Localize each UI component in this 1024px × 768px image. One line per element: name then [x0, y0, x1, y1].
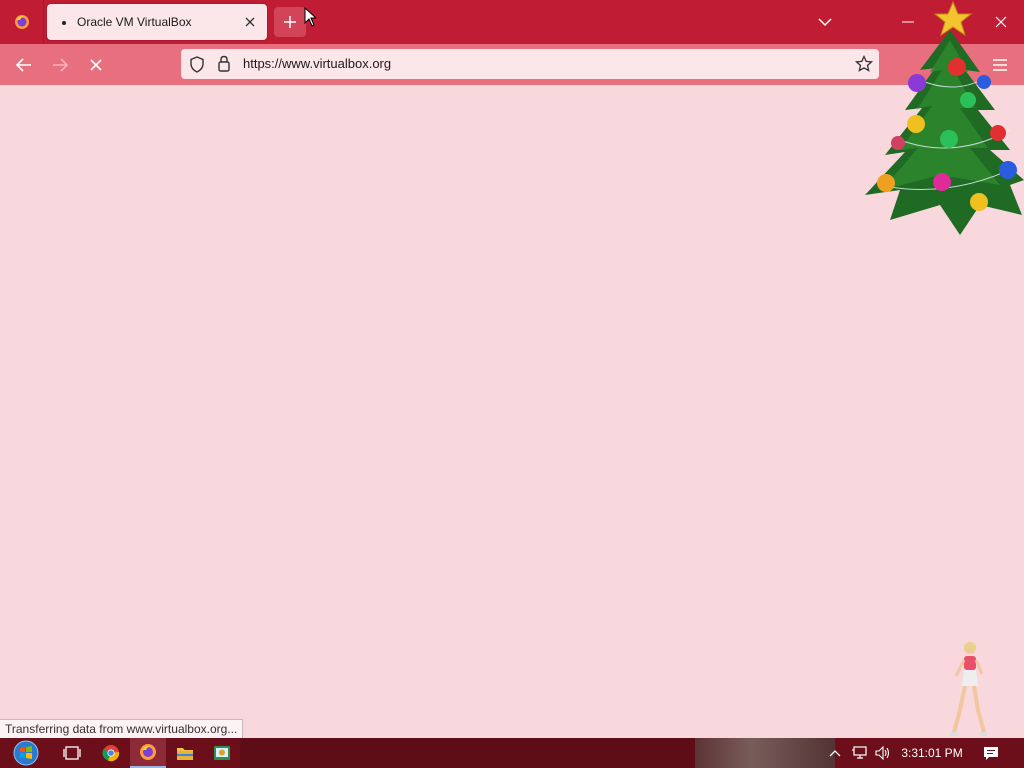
firefox-taskbar-icon[interactable] — [130, 738, 166, 768]
start-button-icon[interactable] — [8, 738, 44, 768]
taskbar-clock[interactable]: 3:31:01 PM — [897, 738, 967, 768]
chrome-icon[interactable] — [93, 738, 129, 768]
action-center-icon[interactable] — [979, 738, 1003, 768]
lock-icon[interactable] — [217, 55, 231, 77]
taskbar-blur-area — [695, 738, 835, 768]
show-hidden-icons-chevron-icon[interactable] — [824, 738, 846, 768]
browser-tab[interactable]: Oracle VM VirtualBox — [47, 4, 267, 40]
forward-arrow-icon[interactable] — [46, 51, 74, 79]
taskbar-empty-area — [240, 738, 695, 768]
address-bar[interactable]: https://www.virtualbox.org — [181, 49, 879, 79]
new-tab-button[interactable] — [274, 7, 306, 37]
tab-close-icon[interactable] — [239, 11, 261, 33]
volume-icon[interactable] — [872, 738, 894, 768]
network-app-icon[interactable] — [204, 738, 240, 768]
task-view-icon[interactable] — [54, 738, 90, 768]
back-arrow-icon[interactable] — [10, 51, 38, 79]
tab-title: Oracle VM VirtualBox — [77, 15, 192, 29]
dancer-decoration — [950, 642, 988, 736]
tab-loading-icon — [62, 21, 66, 25]
stop-loading-icon[interactable] — [82, 51, 110, 79]
status-panel: Transferring data from www.virtualbox.or… — [0, 719, 244, 739]
url-text[interactable]: https://www.virtualbox.org — [243, 56, 391, 71]
taskbar: 3:31:01 PM — [0, 738, 1024, 768]
christmas-tree-decoration — [865, 0, 1024, 235]
firefox-menu-icon[interactable] — [0, 0, 44, 44]
mouse-cursor-icon — [304, 7, 316, 27]
tracking-shield-icon[interactable] — [189, 56, 205, 78]
list-all-tabs-icon[interactable] — [812, 10, 838, 34]
file-explorer-icon[interactable] — [167, 738, 203, 768]
network-icon[interactable] — [848, 738, 870, 768]
